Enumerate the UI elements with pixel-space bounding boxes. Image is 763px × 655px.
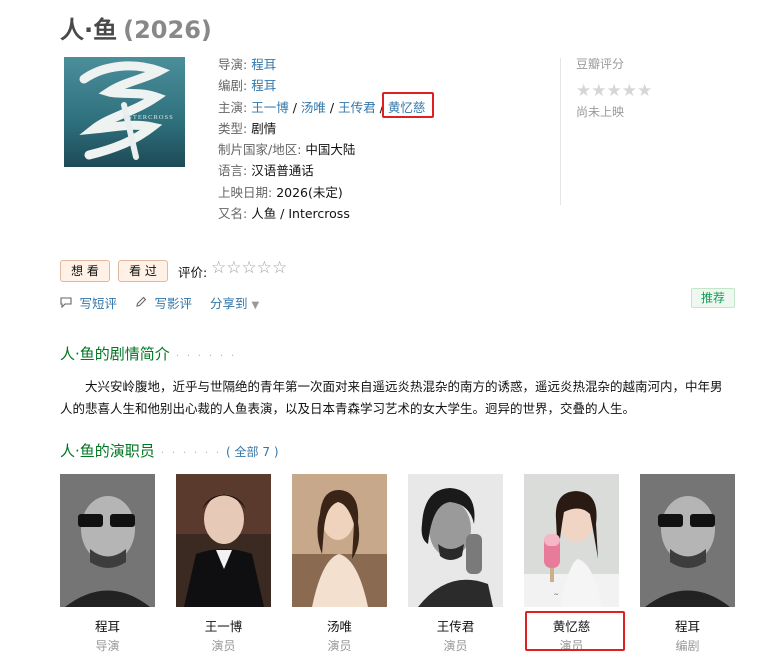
cast-section-title: 人·鱼的演职员 · · · · · · ( 全部 7 )	[60, 440, 279, 461]
share-link[interactable]: 分享到	[210, 296, 248, 311]
info-region: 制片国家/地区: 中国大陆	[218, 139, 538, 160]
short-review-link[interactable]: 写短评	[80, 296, 118, 311]
region-value: 中国大陆	[305, 142, 356, 158]
cast-photo[interactable]	[292, 474, 387, 607]
page-title: 人·鱼 (2026)	[60, 10, 212, 45]
comment-icon	[60, 297, 76, 311]
release-label: 上映日期:	[218, 184, 273, 200]
info-genre: 类型: 剧情	[218, 118, 538, 139]
chevron-down-icon: ▼	[251, 300, 260, 311]
genre-value: 剧情	[251, 120, 277, 136]
cast-title-text: 人·鱼的演职员	[60, 442, 155, 460]
cast-role: 演员	[211, 639, 236, 653]
region-label: 制片国家/地区:	[218, 142, 302, 158]
rating-panel: 豆瓣评分 ★★★★★ 尚未上映	[576, 55, 736, 120]
cast-role: 演员	[443, 639, 468, 653]
info-language: 语言: 汉语普通话	[218, 160, 538, 181]
rating-title: 豆瓣评分	[576, 57, 625, 71]
aka-label: 又名:	[218, 206, 248, 222]
cast-title-dots: · · · · · ·	[160, 446, 222, 459]
cast-name[interactable]: 汤唯	[292, 616, 387, 635]
genre-label: 类型:	[218, 120, 248, 136]
language-label: 语言:	[218, 163, 248, 179]
share-action[interactable]: 分享到 ▼	[210, 296, 259, 311]
cast-all-link[interactable]: 全部 7	[235, 445, 270, 459]
cast-role: 编剧	[675, 639, 700, 653]
cast-card-actor[interactable]: 王传君 演员	[408, 474, 503, 654]
release-value: 2026(未定)	[276, 184, 343, 200]
writer-label: 编剧:	[218, 78, 248, 94]
cast-name[interactable]: 程耳	[60, 616, 155, 635]
cast-card-actor[interactable]: 汤唯 演员	[292, 474, 387, 654]
recommend-button[interactable]: 推荐	[691, 288, 735, 308]
rating-stars-icon: ★★★★★	[576, 81, 653, 101]
review-actions: 写短评 写影评 分享到 ▼	[60, 293, 273, 312]
director-label: 导演:	[218, 57, 248, 72]
info-cast: 主演: 王一博 / 汤唯 / 王传君 / 黄忆慈	[218, 97, 538, 118]
director-link[interactable]: 程耳	[251, 57, 276, 72]
svg-text:~: ~	[554, 590, 559, 599]
cast-card-director[interactable]: 程耳 导演	[60, 474, 155, 654]
paren-close: )	[273, 445, 279, 459]
cast-card-actor[interactable]: 王一博 演员	[176, 474, 271, 654]
info-director: 导演: 程耳	[218, 54, 538, 75]
cast-separator: /	[292, 99, 297, 115]
cast-role: 导演	[95, 639, 120, 653]
movie-title: 人·鱼	[60, 16, 118, 44]
info-aka: 又名: 人鱼 / Intercross	[218, 203, 538, 224]
movie-year: (2026)	[123, 16, 212, 44]
poster-text: INTERCROSS	[124, 114, 174, 121]
rate-label: 评价:	[178, 265, 208, 280]
cast-photo[interactable]: ~	[524, 474, 619, 607]
intro-title-text: 人·鱼的剧情简介	[60, 345, 170, 363]
review-link[interactable]: 写影评	[155, 296, 193, 311]
cast-photo[interactable]	[176, 474, 271, 607]
highlight-box-cast-name	[382, 92, 434, 118]
cast-name[interactable]: 王一博	[176, 616, 271, 635]
vertical-divider	[560, 58, 561, 205]
intro-section-title: 人·鱼的剧情简介 · · · · · ·	[60, 343, 236, 364]
highlight-box-cast-card	[525, 611, 625, 651]
cast-name[interactable]: 王传君	[408, 616, 503, 635]
watched-button[interactable]: 看 过	[118, 260, 168, 282]
review-action[interactable]: 写影评	[135, 296, 196, 311]
movie-info: 导演: 程耳 编剧: 程耳 主演: 王一博 / 汤唯 / 王传君 / 黄忆慈 类…	[218, 54, 538, 224]
cast-link-wangyibo[interactable]: 王一博	[251, 100, 289, 115]
short-review-action[interactable]: 写短评	[60, 296, 121, 311]
poster-image[interactable]: INTERCROSS	[64, 57, 185, 167]
aka-value: 人鱼 / Intercross	[251, 206, 350, 222]
rate-stars-icon[interactable]: ☆☆☆☆☆	[211, 258, 287, 278]
cast-name[interactable]: 程耳	[640, 616, 735, 635]
cast-photo[interactable]	[60, 474, 155, 607]
info-writer: 编剧: 程耳	[218, 75, 538, 96]
pen-icon	[135, 296, 151, 311]
rating-status: 尚未上映	[576, 105, 625, 119]
plot-summary: 大兴安岭腹地，近乎与世隔绝的青年第一次面对来自遥远炎热混杂的南方的诱惑，遥远炎热…	[60, 379, 723, 416]
cast-photo[interactable]	[640, 474, 735, 607]
writer-link[interactable]: 程耳	[251, 78, 276, 93]
info-release: 上映日期: 2026(未定)	[218, 182, 538, 203]
cast-card-writer[interactable]: 程耳 编剧	[640, 474, 735, 654]
cast-label: 主演:	[218, 99, 248, 115]
cast-all-wrapper: ( 全部 7 )	[226, 445, 278, 459]
cast-role: 演员	[327, 639, 352, 653]
cast-photo[interactable]	[408, 474, 503, 607]
cast-link-tangwei[interactable]: 汤唯	[301, 100, 326, 115]
want-to-watch-button[interactable]: 想 看	[60, 260, 110, 282]
cast-separator: /	[329, 99, 335, 115]
cast-link-wangchuanjun[interactable]: 王传君	[338, 100, 376, 115]
paren-open: (	[226, 445, 231, 459]
language-value: 汉语普通话	[251, 163, 314, 179]
intro-title-dots: · · · · · ·	[175, 349, 237, 362]
